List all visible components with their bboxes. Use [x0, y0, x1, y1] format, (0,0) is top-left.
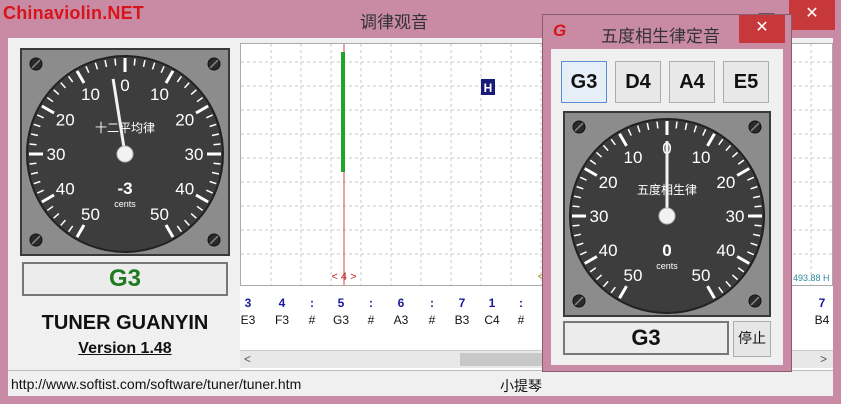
- brand-logo: Chinaviolin.NET: [3, 3, 145, 23]
- gauge-temperament-label: 十二平均律: [95, 121, 155, 135]
- gauge-scale-label: 20: [175, 111, 194, 130]
- gauge-scale-label: 30: [590, 207, 609, 226]
- fifth-window-close-button[interactable]: ✕: [739, 15, 785, 43]
- note-name[interactable]: B3: [455, 313, 470, 327]
- note-name[interactable]: #: [368, 313, 375, 327]
- gauge-scale-label: 40: [56, 180, 75, 199]
- gauge-scale-label: 40: [716, 241, 735, 260]
- note-number: 7: [458, 296, 466, 310]
- string-button-a4[interactable]: A4: [669, 61, 715, 103]
- gauge-cents-value: 0: [662, 241, 671, 260]
- gauge-scale-label: 10: [81, 85, 100, 104]
- note-number: :: [369, 296, 373, 310]
- gauge-tick: [754, 224, 762, 227]
- note-number: 1: [488, 296, 496, 310]
- note-name[interactable]: B4: [815, 313, 830, 327]
- app-version-link[interactable]: Version 1.48: [8, 340, 242, 358]
- stop-button[interactable]: 停止: [733, 321, 771, 357]
- app-name: TUNER GUANYIN: [41, 312, 209, 334]
- detected-note-display: G3: [22, 262, 228, 296]
- gauge-tick: [213, 162, 221, 165]
- note-name[interactable]: #: [518, 313, 525, 327]
- gauge-tick: [213, 143, 221, 146]
- gauge-tick: [29, 162, 37, 165]
- frequency-readout: 493.88 H: [793, 273, 830, 283]
- gauge-hub: [116, 145, 134, 163]
- pitch-bar: [341, 52, 345, 172]
- note-number: :: [430, 296, 434, 310]
- gauge-scale-label: 50: [150, 205, 169, 224]
- gauge-hub: [658, 207, 676, 225]
- tuning-gauge-equal: 0 10 10 20 20 30 30 40 40 50 50 十二平均律 -3 cents: [20, 48, 230, 256]
- gauge-tick: [656, 121, 659, 129]
- tuning-gauge-pythagorean: 010102020303040405050五度相生律0cents: [563, 111, 771, 317]
- gauge-scale-label: 40: [175, 180, 194, 199]
- string-button-g3[interactable]: G3: [561, 61, 607, 103]
- gauge-cents-unit: cents: [114, 199, 136, 209]
- gauge-dial: 0 10 10 20 20 30 30 40 40 50 50 十二平均律 -3cents: [22, 50, 228, 254]
- app-icon: G: [553, 21, 567, 40]
- gauge-scale-label: 0: [120, 76, 129, 95]
- gauge-scale-label: 50: [81, 205, 100, 224]
- gauge-scale-label: 10: [692, 148, 711, 167]
- note-name[interactable]: E3: [241, 313, 256, 327]
- gauge-dial: 010102020303040405050五度相生律0cents: [565, 113, 769, 315]
- gauge-scale-label: 50: [624, 266, 643, 285]
- note-number: :: [519, 296, 523, 310]
- gauge-tick: [29, 143, 37, 146]
- scroll-left-icon[interactable]: <: [244, 352, 251, 366]
- string-button-e5[interactable]: E5: [723, 61, 769, 103]
- note-marker-label: < 4 >: [331, 271, 356, 283]
- gauge-scale-label: 10: [624, 148, 643, 167]
- gauge-tick: [114, 58, 117, 66]
- close-button[interactable]: ✕: [789, 0, 835, 30]
- note-name[interactable]: F3: [275, 313, 289, 327]
- note-number: 3: [244, 296, 252, 310]
- gauge-cents-value: -3: [117, 179, 132, 198]
- status-bar: http://www.softist.com/software/tuner/tu…: [8, 370, 833, 396]
- gauge-scale-label: 50: [692, 266, 711, 285]
- note-name[interactable]: G3: [333, 313, 349, 327]
- gauge-scale-label: 40: [599, 241, 618, 260]
- instrument-label: 小提琴: [500, 378, 542, 394]
- note-number: :: [310, 296, 314, 310]
- gauge-scale-label: 10: [150, 85, 169, 104]
- note-name[interactable]: #: [429, 313, 436, 327]
- note-name[interactable]: C4: [484, 313, 499, 327]
- note-name[interactable]: A3: [394, 313, 409, 327]
- gauge-scale-label: 30: [726, 207, 745, 226]
- note-number: 4: [278, 296, 286, 310]
- gauge-tick: [754, 205, 762, 208]
- gauge-tick: [572, 224, 580, 227]
- note-name[interactable]: #: [309, 313, 316, 327]
- gauge-tick: [572, 205, 580, 208]
- gauge-scale-label: 20: [56, 111, 75, 130]
- note-number: 5: [337, 296, 345, 310]
- note-number: 6: [397, 296, 405, 310]
- gauge-scale-label: 30: [185, 145, 204, 164]
- fifth-note-display: G3: [563, 321, 729, 355]
- gauge-tick: [675, 121, 678, 129]
- homepage-url[interactable]: http://www.softist.com/software/tuner/tu…: [11, 376, 301, 392]
- cursor-marker-label: H: [484, 81, 493, 95]
- note-number: 7: [818, 296, 826, 310]
- scroll-right-icon[interactable]: >: [820, 352, 827, 366]
- gauge-tick: [133, 58, 136, 66]
- string-button-d4[interactable]: D4: [615, 61, 661, 103]
- window-title: 调律观音: [360, 13, 428, 33]
- gauge-scale-label: 20: [599, 173, 618, 192]
- fifth-tuning-window: G 五度相生律定音 ✕ G3 D4 A4 E5 0 10 10 20 20 30 30 40 4…: [542, 14, 792, 372]
- fifth-window-client: G3 D4 A4 E5 010102020303040405050五度相生律0c…: [551, 49, 783, 365]
- gauge-scale-label: 20: [716, 173, 735, 192]
- gauge-cents-unit: cents: [656, 261, 678, 271]
- gauge-scale-label: 30: [47, 145, 66, 164]
- fifth-window-title: 五度相生律定音: [601, 27, 720, 46]
